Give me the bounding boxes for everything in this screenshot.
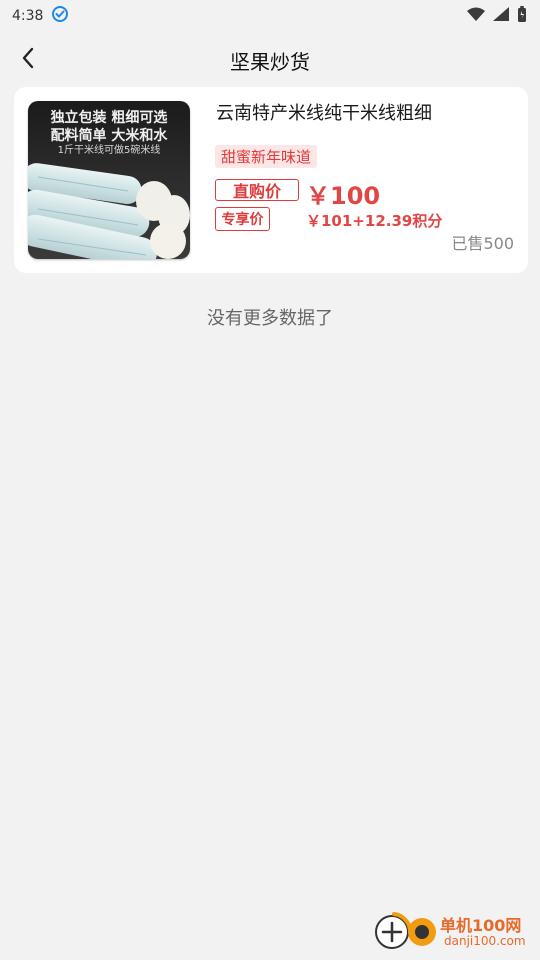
status-bar: 4:38	[0, 0, 540, 32]
chevron-left-icon	[18, 46, 38, 74]
image-text-line-3: 1斤干米线可做5碗米线	[57, 145, 161, 156]
noodle-rolls-illustration	[28, 163, 190, 259]
site-watermark: 单机100网 danji100.com	[374, 910, 532, 954]
watermark-name: 单机100网	[440, 916, 522, 935]
sold-count: 已售500	[451, 234, 514, 253]
watermark-domain: danji100.com	[444, 934, 526, 948]
battery-icon	[516, 5, 528, 27]
watermark-logo-icon	[375, 912, 436, 949]
check-circle-icon	[51, 5, 69, 27]
status-right	[466, 5, 528, 27]
product-title[interactable]: 云南特产米线纯干米线粗细	[216, 99, 432, 125]
direct-price: ￥100	[306, 182, 381, 210]
exclusive-price: ￥101+12.39积分	[306, 212, 443, 230]
status-left: 4:38	[12, 5, 69, 27]
promo-tag: 甜蜜新年味道	[215, 145, 318, 168]
top-bar: 坚果炒货	[0, 32, 540, 88]
page-title: 坚果炒货	[230, 49, 310, 74]
status-time: 4:38	[12, 8, 44, 24]
direct-price-label: 直购价	[215, 179, 299, 201]
no-more-data-text: 没有更多数据了	[207, 308, 333, 329]
image-text-line-1: 独立包装 粗细可选	[50, 110, 168, 126]
product-image[interactable]: 独立包装 粗细可选 配料简单 大米和水 1斤干米线可做5碗米线	[28, 101, 190, 259]
signal-icon	[492, 6, 510, 26]
product-card[interactable]: 独立包装 粗细可选 配料简单 大米和水 1斤干米线可做5碗米线 云南特产米线纯干…	[14, 87, 528, 273]
wifi-icon	[466, 6, 486, 26]
back-button[interactable]	[12, 44, 44, 76]
exclusive-price-label: 专享价	[215, 207, 270, 231]
